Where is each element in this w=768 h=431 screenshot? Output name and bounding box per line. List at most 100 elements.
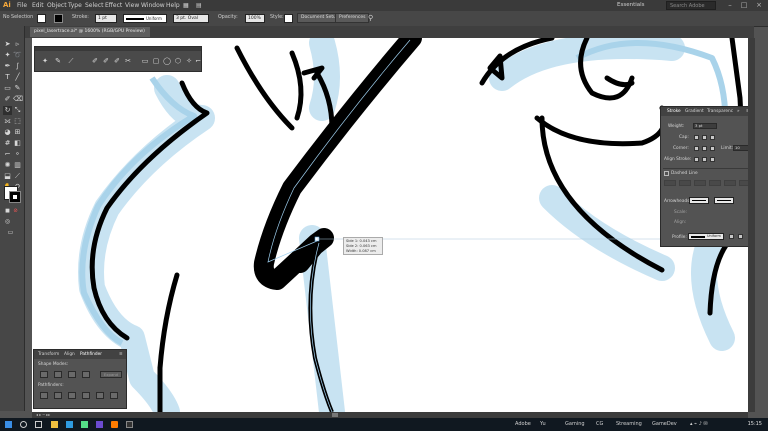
limit-field[interactable]: 10 [733,145,749,151]
stock-search-input[interactable]: Search Adobe Stock [666,1,716,18]
menu-edit[interactable]: Edit [32,0,44,11]
tab-gradient[interactable]: Gradient [685,107,704,116]
rect-shape-icon[interactable]: ▭ [140,56,150,66]
miter-join-icon[interactable] [694,146,699,151]
crop-icon[interactable] [82,392,90,399]
menu-select[interactable]: Select [85,0,104,11]
line-tool-icon[interactable]: ╱ [13,73,22,82]
opacity-field[interactable]: 100% [245,14,265,23]
menu-type[interactable]: Type [68,0,82,11]
eraser-brush-tool-icon[interactable]: ✐ [112,56,122,66]
symbol-sprayer-tool-icon[interactable]: ✺ [3,161,12,170]
type-tool-icon[interactable]: T [3,73,12,82]
rounded-rect-icon[interactable]: ▢ [151,56,161,66]
arrange-icon[interactable]: ▤ [196,0,202,11]
close-icon[interactable]: × [753,0,765,11]
outline-icon[interactable] [96,392,104,399]
screen-mode-icon[interactable]: ▭ [6,228,15,237]
draw-mode-icon[interactable]: ◎ [3,217,12,226]
preferences-button[interactable]: Preferences [335,13,370,23]
rectangle-tool-icon[interactable]: ▭ [3,84,12,93]
minimize-icon[interactable]: – [724,0,736,11]
align-inside-icon[interactable] [702,157,707,162]
tab-pathfinder[interactable]: Pathfinder [80,352,102,357]
round-join-icon[interactable] [702,146,707,151]
floating-panel-header[interactable] [35,47,201,51]
none-mode-icon[interactable]: ⊘ [11,207,20,216]
pencil-tool-icon[interactable]: ✎ [53,56,63,66]
document-tab[interactable]: pixel_lasertrace.ai* @ 1600% (RGB/GPU Pr… [30,27,150,37]
butt-cap-icon[interactable] [694,135,699,140]
width-profile-select[interactable]: Uniform [688,233,724,240]
direct-selection-tool-icon[interactable]: ▹ [13,40,22,49]
paintbrush-tool-icon[interactable]: ✎ [13,84,22,93]
mesh-tool-icon[interactable]: # [3,139,12,148]
column-graph-tool-icon[interactable]: ▥ [13,161,22,170]
bevel-join-icon[interactable] [710,146,715,151]
curvature-tool-icon[interactable]: ∫ [13,62,22,71]
brush-tool-icon[interactable]: ✐ [90,56,100,66]
minus-front-icon[interactable] [54,371,62,378]
maximize-icon[interactable]: □ [738,0,750,11]
taskbar-item-gaming[interactable]: Gaming [565,418,585,431]
arrange-documents-icon[interactable]: ⚲ [368,14,373,22]
dashed-line-checkbox[interactable] [664,171,669,176]
unite-icon[interactable] [40,371,48,378]
align-center-icon[interactable] [694,157,699,162]
round-cap-icon[interactable] [702,135,707,140]
shape-builder-tool-icon[interactable]: ◕ [3,128,12,137]
stroke-color-swatch[interactable] [9,191,21,203]
anchor-tool-icon[interactable]: ✦ [40,56,50,66]
menu-object[interactable]: Object [47,0,67,11]
selection-tool-icon[interactable]: ➤ [3,40,12,49]
eyedropper-icon[interactable]: ⌐ [193,56,203,66]
flip-along-icon[interactable] [729,234,734,239]
variable-width-profile[interactable]: Uniform [123,14,167,23]
taskbar-item-adobe[interactable]: Adobe [515,418,531,431]
tab-align[interactable]: Align [64,352,75,357]
tab-transform[interactable]: Transform [38,352,59,357]
taskbar-item-streaming[interactable]: Streaming [616,418,642,431]
app-icon[interactable] [96,421,103,428]
perspective-grid-tool-icon[interactable]: ⊞ [13,128,22,137]
trim-icon[interactable] [54,392,62,399]
align-outside-icon[interactable] [710,157,715,162]
scale-tool-icon[interactable]: ⤡ [13,106,22,115]
minus-back-icon[interactable] [110,392,118,399]
stroke-swatch[interactable] [54,14,63,23]
tab-stroke[interactable]: Stroke [667,107,681,116]
tab-transparency[interactable]: Transparenc [707,107,733,116]
search-icon[interactable] [20,421,27,428]
pen-tool-icon[interactable]: ✒ [3,62,12,71]
vertical-scrollbar[interactable] [748,38,755,412]
chrome-icon[interactable] [81,421,88,428]
artboard-tool-icon[interactable]: ⬓ [3,172,12,181]
windows-start-icon[interactable] [5,421,12,428]
exclude-icon[interactable] [82,371,90,378]
slice-tool-icon[interactable]: ⟋ [13,172,22,181]
stroke-weight-field[interactable]: 1 pt [95,14,117,23]
ellipse-shape-icon[interactable]: ◯ [162,56,172,66]
workspace-switcher[interactable]: Essentials [617,1,657,10]
blend-tool-icon[interactable]: ⚬ [13,150,22,159]
menu-help[interactable]: Help [166,0,180,11]
polygon-shape-icon[interactable]: ⬡ [173,56,183,66]
start-arrowhead-select[interactable] [689,197,709,204]
intersect-icon[interactable] [68,371,76,378]
menu-effect[interactable]: Effect [105,0,122,11]
menu-view[interactable]: View [125,0,139,11]
eraser-tool-icon[interactable]: ⌫ [13,95,23,104]
weight-field[interactable]: 3 pt [693,123,717,129]
graphic-style-swatch[interactable] [284,14,293,23]
menu-file[interactable]: File [17,0,27,11]
taskbar-item-yu[interactable]: Yu [540,418,546,431]
smooth-tool-icon[interactable]: ⟋ [66,56,76,66]
gradient-tool-icon[interactable]: ◧ [13,139,22,148]
width-tool-icon[interactable]: ⟗ [3,117,12,126]
blob-brush-tool-icon[interactable]: ✐ [101,56,111,66]
browser-icon[interactable] [66,421,73,428]
taskbar-item-cg[interactable]: CG [596,418,603,431]
shaper-tool-icon[interactable]: ✐ [3,95,12,104]
pathfinder-menu-icon[interactable]: ≡ [119,352,123,357]
obs-icon[interactable] [126,421,133,428]
